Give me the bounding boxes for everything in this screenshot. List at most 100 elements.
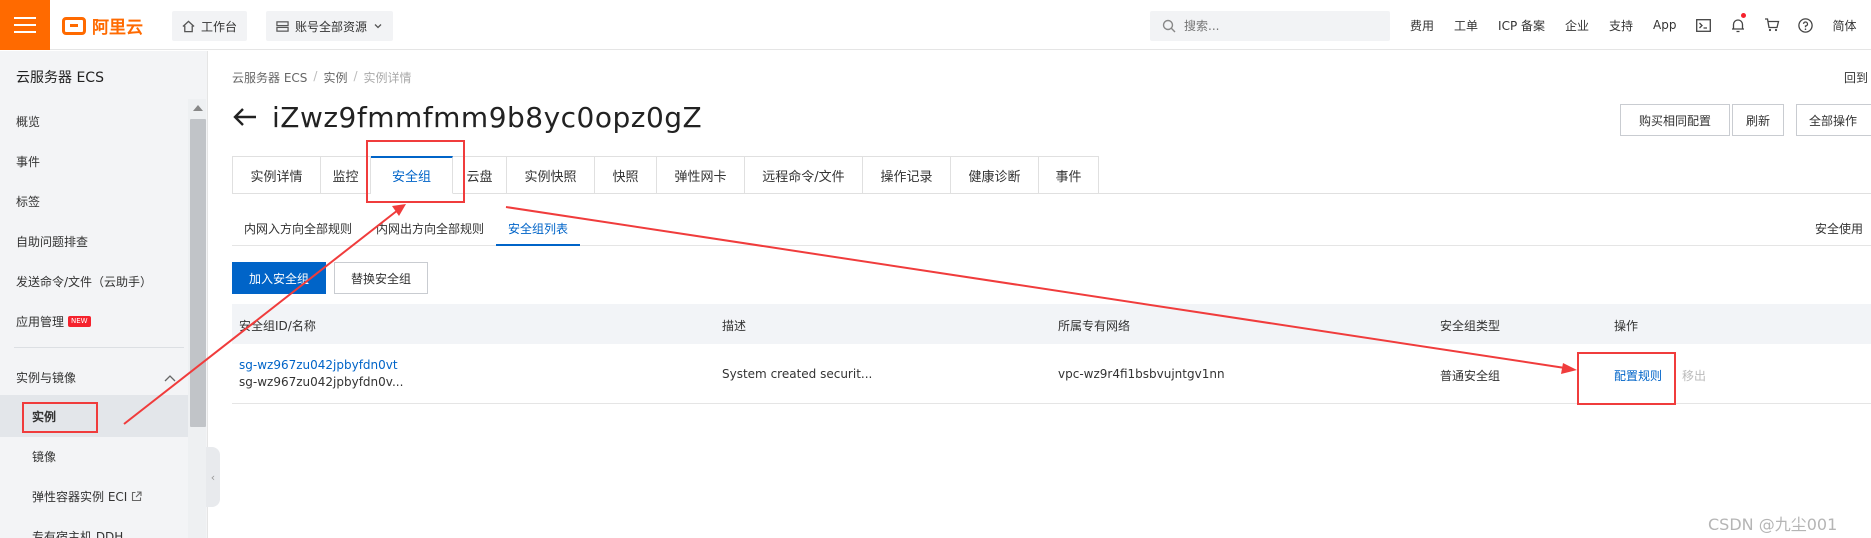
workbench-label: 工作台 <box>201 19 238 34</box>
subtab-security-group-list[interactable]: 安全组列表 <box>496 212 581 246</box>
account-resources-label: 账号全部资源 <box>295 19 368 34</box>
aliyun-logo-mark <box>62 16 86 35</box>
tab-remote-command[interactable]: 远程命令/文件 <box>745 156 863 194</box>
aliyun-logo[interactable]: 阿里云 <box>62 13 143 38</box>
watermark: CSDN @九尘001 <box>1708 515 1838 534</box>
chevron-up-icon <box>164 374 176 381</box>
sidebar-group-label: 实例与镜像 <box>16 371 77 385</box>
tab-health-diagnosis[interactable]: 健康诊断 <box>951 156 1039 194</box>
tab-monitoring[interactable]: 监控 <box>321 156 371 194</box>
sidebar-item-label: 概览 <box>16 115 41 129</box>
table-header: 安全组ID/名称 描述 所属专有网络 安全组类型 操作 <box>232 304 1871 344</box>
sidebar-item-ddh[interactable]: 专有宿主机 DDH <box>32 528 123 538</box>
vpc-id: vpc-wz9r4fi1bsbvujntgv1nn <box>1058 367 1225 381</box>
language-switch[interactable]: 简体 <box>1823 17 1867 34</box>
terminal-icon[interactable] <box>1687 0 1721 50</box>
resources-icon <box>276 20 289 32</box>
column-header-description: 描述 <box>722 319 747 333</box>
join-security-group-button[interactable]: 加入安全组 <box>232 262 326 294</box>
chevron-down-icon <box>374 24 382 29</box>
sidebar-item-send-command[interactable]: 发送命令/文件（云助手） <box>16 273 152 290</box>
top-navigation-bar: 阿里云 工作台 账号全部资源 费用 工单 ICP 备案 企业 支持 App <box>0 0 1871 50</box>
tab-snapshots[interactable]: 快照 <box>595 156 657 194</box>
sidebar-item-troubleshoot[interactable]: 自助问题排查 <box>16 233 88 250</box>
sidebar-item-tags[interactable]: 标签 <box>16 193 40 210</box>
all-actions-button[interactable]: 全部操作 <box>1796 104 1871 136</box>
top-link-tickets[interactable]: 工单 <box>1444 17 1488 34</box>
subtab-inbound-rules[interactable]: 内网入方向全部规则 <box>232 212 364 246</box>
tab-operation-logs[interactable]: 操作记录 <box>863 156 951 194</box>
security-group-type: 普通安全组 <box>1440 369 1501 383</box>
sidebar-group-instances-images[interactable]: 实例与镜像 <box>16 369 176 386</box>
annotation-box-security-tab <box>366 140 465 203</box>
sidebar-item-events[interactable]: 事件 <box>16 153 40 170</box>
breadcrumb-separator: / <box>313 69 318 83</box>
remove-link[interactable]: 移出 <box>1682 367 1706 384</box>
tab-events[interactable]: 事件 <box>1039 156 1099 194</box>
annotation-box-instances <box>22 402 98 433</box>
breadcrumb-item-ecs[interactable]: 云服务器 ECS <box>232 69 307 86</box>
breadcrumb-item-instances[interactable]: 实例 <box>323 69 347 86</box>
replace-security-group-button[interactable]: 替换安全组 <box>334 262 428 294</box>
top-link-enterprise[interactable]: 企业 <box>1555 17 1599 34</box>
sidebar-scrollbar-thumb[interactable] <box>190 119 206 427</box>
breadcrumb-item-current: 实例详情 <box>363 71 412 85</box>
menu-icon[interactable] <box>0 0 50 50</box>
sidebar-item-label: 应用管理 <box>16 315 65 329</box>
external-link-icon <box>132 491 142 502</box>
logo-text: 阿里云 <box>92 18 143 38</box>
bell-icon[interactable] <box>1721 0 1755 50</box>
sidebar-item-label: 专有宿主机 DDH <box>32 530 124 538</box>
notification-dot <box>1740 13 1746 18</box>
top-link-billing[interactable]: 费用 <box>1400 17 1444 34</box>
sidebar-item-app-management[interactable]: 应用管理 NEW <box>16 313 91 330</box>
top-link-icp[interactable]: ICP 备案 <box>1488 17 1555 34</box>
sidebar-item-label: 事件 <box>16 155 41 169</box>
column-header-id-name: 安全组ID/名称 <box>239 319 316 333</box>
sidebar-item-overview[interactable]: 概览 <box>16 113 40 130</box>
tab-eni[interactable]: 弹性网卡 <box>657 156 745 194</box>
breadcrumb-separator: / <box>353 69 358 83</box>
search-input[interactable] <box>1184 19 1374 33</box>
top-links: 费用 工单 ICP 备案 企业 支持 App 简体 <box>1400 0 1867 50</box>
top-link-support[interactable]: 支持 <box>1599 17 1643 34</box>
tab-instance-details[interactable]: 实例详情 <box>233 156 321 194</box>
back-to-link[interactable]: 回到 <box>1844 69 1868 86</box>
sidebar-item-label: 弹性容器实例 ECI <box>32 490 128 504</box>
security-group-name: sg-wz967zu042jpbyfdn0v... <box>239 375 404 389</box>
breadcrumb: 云服务器 ECS / 实例 / 实例详情 <box>232 69 412 86</box>
global-search[interactable] <box>1150 11 1390 41</box>
subtab-outbound-rules[interactable]: 内网出方向全部规则 <box>364 212 496 246</box>
sidebar-item-label: 标签 <box>16 195 41 209</box>
annotation-box-configure-rules <box>1577 352 1676 405</box>
column-header-actions: 操作 <box>1614 319 1639 333</box>
scroll-up-icon[interactable] <box>193 105 203 111</box>
buy-same-config-button[interactable]: 购买相同配置 <box>1620 104 1730 136</box>
security-group-description: System created securit... <box>722 367 873 381</box>
top-link-app[interactable]: App <box>1643 18 1686 32</box>
sidebar: 云服务器 ECS 概览 事件 标签 自助问题排查 发送命令/文件（云助手） 应用… <box>0 51 208 538</box>
help-icon[interactable] <box>1789 0 1823 50</box>
sidebar-item-eci[interactable]: 弹性容器实例 ECI <box>32 488 142 505</box>
column-header-vpc: 所属专有网络 <box>1058 319 1131 333</box>
security-subtabs: 内网入方向全部规则 内网出方向全部规则 安全组列表 <box>232 212 581 246</box>
tab-instance-snapshots[interactable]: 实例快照 <box>507 156 595 194</box>
sidebar-title: 云服务器 ECS <box>16 70 104 86</box>
security-group-id-link[interactable]: sg-wz967zu042jpbyfdn0vt <box>239 358 398 372</box>
back-arrow-icon[interactable] <box>232 104 258 130</box>
page-title: iZwz9fmmfmm9b8yc0opz0gZ <box>272 101 703 134</box>
column-header-type: 安全组类型 <box>1440 319 1501 333</box>
account-resources-dropdown[interactable]: 账号全部资源 <box>266 11 394 41</box>
cart-icon[interactable] <box>1755 0 1789 50</box>
sidebar-item-label: 自助问题排查 <box>16 235 89 249</box>
home-icon <box>182 20 195 32</box>
refresh-button[interactable]: 刷新 <box>1732 104 1784 136</box>
workbench-button[interactable]: 工作台 <box>172 11 248 41</box>
new-badge: NEW <box>68 316 91 327</box>
sidebar-item-images[interactable]: 镜像 <box>32 448 56 465</box>
sidebar-item-label: 镜像 <box>32 450 57 464</box>
detail-tabs: 实例详情 监控 安全组 云盘 实例快照 快照 弹性网卡 远程命令/文件 操作记录… <box>232 156 1099 194</box>
sidebar-collapse-handle[interactable]: ‹ <box>206 447 220 507</box>
search-icon <box>1162 19 1176 33</box>
security-usage-link[interactable]: 安全使用 <box>1815 220 1863 237</box>
